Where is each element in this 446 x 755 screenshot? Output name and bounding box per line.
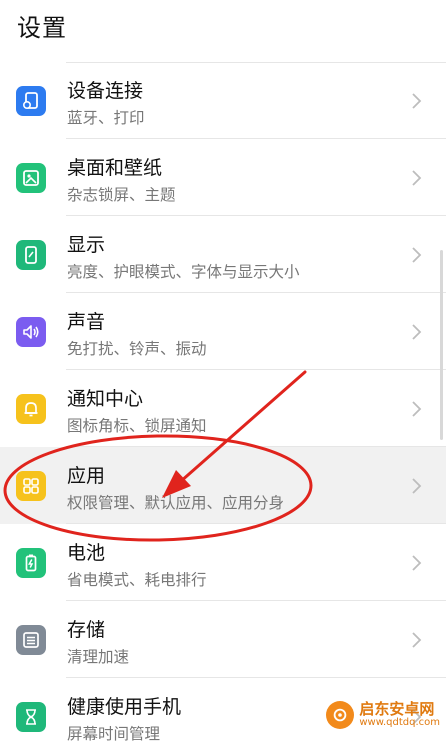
display-icon (16, 240, 46, 270)
scrollbar[interactable] (440, 250, 443, 440)
item-subtitle: 省电模式、耗电排行 (67, 571, 207, 589)
item-subtitle: 屏幕时间管理 (67, 725, 161, 743)
chevron-right-icon (408, 246, 424, 264)
settings-list: 设备连接 蓝牙、打印 桌面和壁纸 杂志锁屏、主题 显示 亮度、护眼模式、字体与显… (0, 62, 446, 755)
item-label: 设备连接 (67, 80, 144, 102)
item-subtitle: 权限管理、默认应用、应用分身 (67, 494, 285, 512)
watermark-name: 启东安卓网 (359, 699, 435, 718)
chevron-right-icon (408, 323, 424, 341)
item-subtitle: 图标角标、锁屏通知 (67, 417, 207, 435)
item-label: 声音 (67, 311, 106, 333)
storage-icon (16, 625, 46, 655)
battery-icon (16, 548, 46, 578)
item-subtitle: 亮度、护眼模式、字体与显示大小 (67, 263, 300, 281)
hourglass-icon (16, 702, 46, 732)
item-subtitle: 清理加速 (67, 648, 130, 666)
chevron-right-icon (408, 169, 424, 187)
item-label: 桌面和壁纸 (67, 157, 163, 179)
page-title: 设置 (17, 14, 67, 42)
chevron-right-icon (408, 631, 424, 649)
apps-grid-icon (16, 471, 46, 501)
device-link-icon (16, 86, 46, 116)
watermark: 启东安卓网 www.qdtdq.com (326, 701, 440, 729)
settings-item-storage[interactable]: 存储 清理加速 (0, 601, 446, 678)
settings-item-battery[interactable]: 电池 省电模式、耗电排行 (0, 524, 446, 601)
settings-item-wallpaper[interactable]: 桌面和壁纸 杂志锁屏、主题 (0, 139, 446, 216)
chevron-right-icon (408, 400, 424, 418)
item-subtitle: 免打扰、铃声、振动 (67, 340, 207, 358)
bell-icon (16, 394, 46, 424)
chevron-right-icon (408, 92, 424, 110)
item-label: 健康使用手机 (67, 696, 182, 718)
watermark-url: www.qdtdq.com (359, 716, 440, 728)
item-label: 通知中心 (67, 388, 144, 410)
item-label: 显示 (67, 234, 106, 256)
chevron-right-icon (408, 477, 424, 495)
watermark-logo-icon (326, 701, 355, 729)
sound-icon (16, 317, 46, 347)
settings-item-apps[interactable]: 应用 权限管理、默认应用、应用分身 (0, 447, 446, 524)
item-subtitle: 蓝牙、打印 (67, 109, 145, 127)
settings-item-device-connection[interactable]: 设备连接 蓝牙、打印 (0, 62, 446, 139)
item-subtitle: 杂志锁屏、主题 (67, 186, 176, 204)
item-label: 存储 (67, 619, 106, 641)
chevron-right-icon (408, 554, 424, 572)
item-label: 应用 (67, 465, 106, 487)
item-label: 电池 (67, 542, 106, 564)
settings-item-sound[interactable]: 声音 免打扰、铃声、振动 (0, 293, 446, 370)
wallpaper-icon (16, 163, 46, 193)
settings-item-display[interactable]: 显示 亮度、护眼模式、字体与显示大小 (0, 216, 446, 293)
settings-item-notifications[interactable]: 通知中心 图标角标、锁屏通知 (0, 370, 446, 447)
